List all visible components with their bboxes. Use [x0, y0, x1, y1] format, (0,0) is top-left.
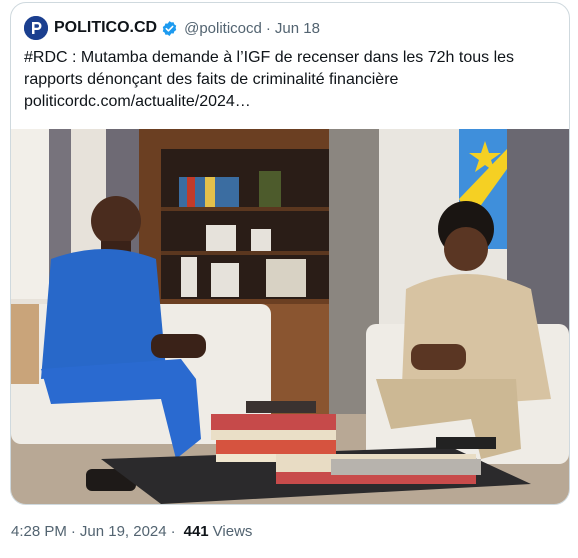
tweet-time[interactable]: 4:28 PM — [11, 523, 67, 540]
politico-logo-icon[interactable] — [24, 16, 48, 40]
photo-meeting-scene — [11, 129, 569, 504]
tweet-card[interactable]: POLITICO.CD @politicocd · Jun 18 #RDC : … — [10, 2, 570, 505]
verified-badge-icon — [161, 20, 178, 37]
footer-separator: · — [170, 522, 176, 540]
tweet-header: POLITICO.CD @politicocd · Jun 18 — [24, 15, 320, 41]
tweet-footer: 4:28 PM · Jun 19, 2024 · 441 Views — [11, 520, 252, 542]
tweet-photo[interactable] — [11, 129, 569, 504]
tweet-text-line: #RDC : Mutamba demande à l’IGF de recens… — [24, 49, 515, 66]
views-label: Views — [212, 522, 253, 540]
tweet-text-line: rapports dénonçant des faits de criminal… — [24, 71, 399, 88]
author-handle[interactable]: @politicocd — [184, 20, 262, 37]
footer-separator: · — [70, 522, 76, 540]
tweet-link[interactable]: politicordc.com/actualite/2024… — [24, 91, 564, 113]
views-count: 441 — [183, 522, 209, 540]
tweet-full-date[interactable]: Jun 19, 2024 — [80, 523, 167, 540]
author-name[interactable]: POLITICO.CD — [54, 19, 157, 37]
header-separator: · — [265, 19, 271, 37]
tweet-date[interactable]: Jun 18 — [275, 20, 320, 37]
tweet-text: #RDC : Mutamba demande à l’IGF de recens… — [24, 47, 564, 113]
